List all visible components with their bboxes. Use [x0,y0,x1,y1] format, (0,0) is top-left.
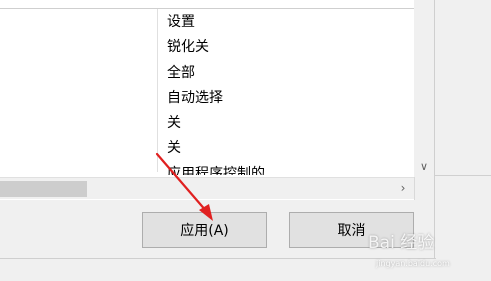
list-top-border [0,8,414,9]
horizontal-scroll-thumb[interactable] [0,181,87,197]
list-item[interactable]: 自动选择 [167,86,397,111]
chevron-right-icon[interactable]: › [394,179,412,197]
vertical-scrollbar[interactable] [414,0,434,177]
apply-button[interactable]: 应用(A) [142,212,267,248]
panel-right-border [434,0,435,258]
list-item[interactable]: 设置 [167,10,397,35]
settings-list-panel: 设置 锐化关 全部 自动选择 关 关 应用程序控制的 [0,0,415,200]
list-item[interactable]: 关 [167,111,397,136]
chevron-down-icon[interactable]: ∨ [414,158,434,176]
list-item[interactable]: 关 [167,136,397,161]
column-divider[interactable] [157,9,158,172]
settings-dialog: 设置 锐化关 全部 自动选择 关 关 应用程序控制的 ∨ › 应用(A) 取消 … [0,0,491,281]
settings-value-column: 设置 锐化关 全部 自动选择 关 关 应用程序控制的 [167,10,397,175]
list-item[interactable]: 锐化关 [167,35,397,60]
watermark-url: jingyan.baidu.com [376,259,450,268]
list-item[interactable]: 应用程序控制的 [167,162,397,175]
background-divider [435,175,491,176]
list-item[interactable]: 全部 [167,61,397,86]
